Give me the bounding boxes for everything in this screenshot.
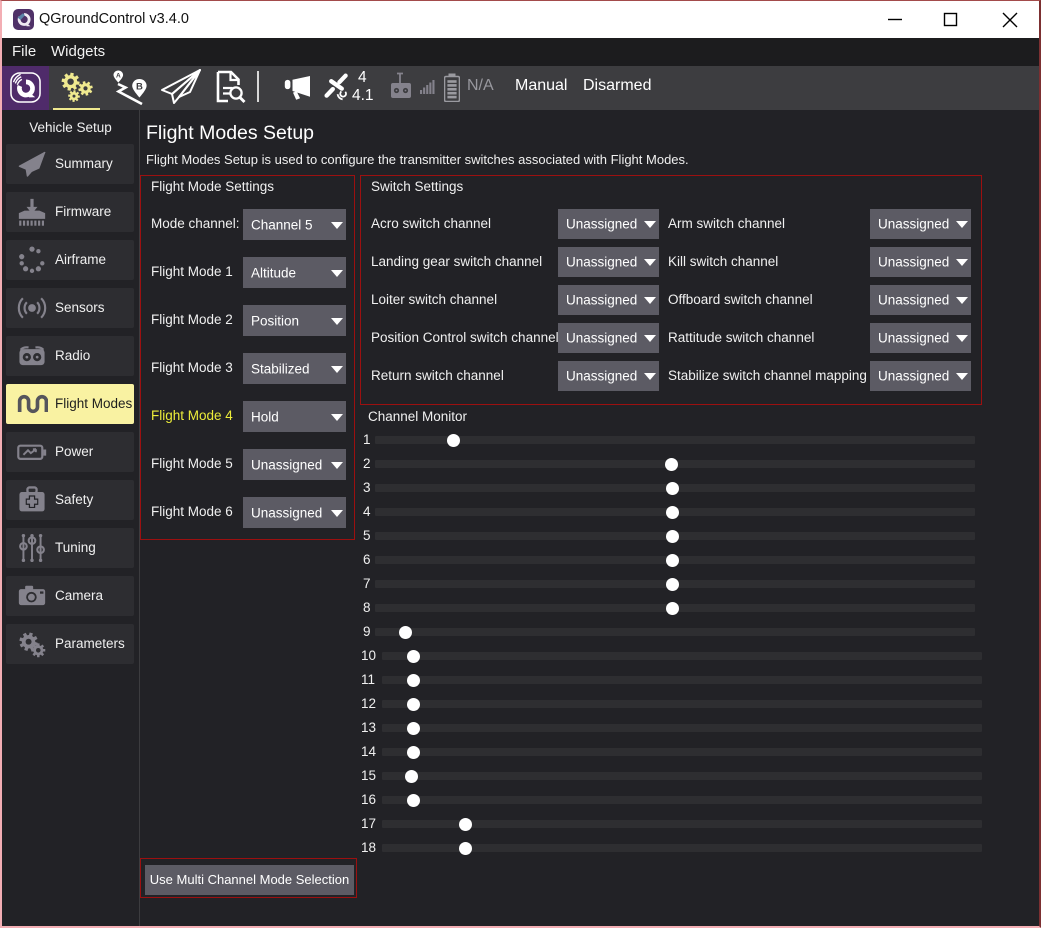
- svg-text:A: A: [116, 73, 121, 80]
- svg-text:B: B: [136, 82, 143, 93]
